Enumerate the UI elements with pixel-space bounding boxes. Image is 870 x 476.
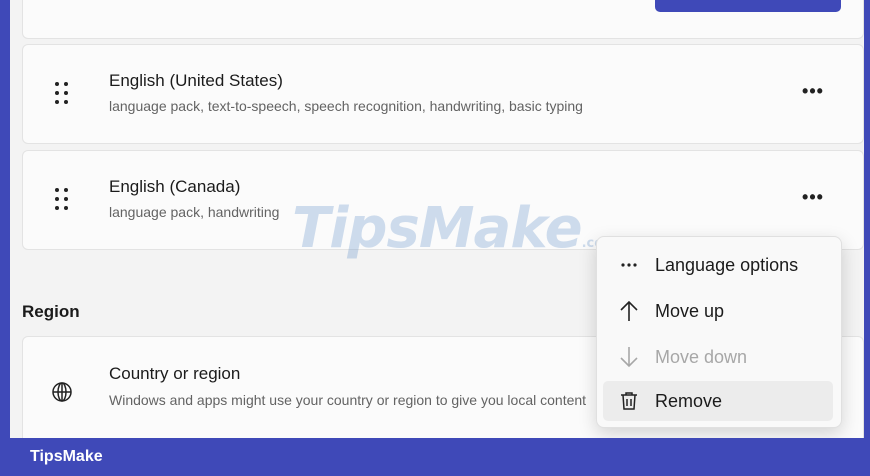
more-options-button[interactable]: ••• — [801, 79, 825, 103]
region-section-title: Region — [22, 302, 80, 321]
menu-item-move-up[interactable]: Move up — [603, 291, 833, 331]
language-features: language pack, text-to-speech, speech re… — [109, 98, 583, 114]
arrow-up-icon — [603, 300, 655, 322]
language-card-en-ca: English (Canada) language pack, handwrit… — [22, 150, 864, 250]
menu-item-label: Language options — [655, 254, 799, 275]
trash-icon — [603, 391, 655, 411]
country-region-title: Country or region — [109, 364, 241, 383]
language-context-menu: Language options Move up Move down Remov… — [596, 236, 842, 428]
menu-item-language-options[interactable]: Language options — [603, 245, 833, 285]
window-frame-left — [0, 0, 10, 476]
menu-item-label: Move down — [655, 346, 748, 367]
language-card-en-us: English (United States) language pack, t… — [22, 44, 864, 144]
globe-icon — [51, 381, 73, 408]
previous-setting-card — [22, 0, 864, 39]
language-features: language pack, handwriting — [109, 204, 280, 220]
more-options-button[interactable]: ••• — [801, 185, 825, 209]
menu-item-remove[interactable]: Remove — [603, 381, 833, 421]
language-name: English (United States) — [109, 71, 283, 90]
menu-item-label: Remove — [655, 390, 723, 411]
country-region-description: Windows and apps might use your country … — [109, 392, 587, 408]
previous-card-button[interactable] — [655, 0, 841, 12]
footer-brand-label: TipsMake — [30, 448, 103, 465]
footer-bar: TipsMake — [0, 438, 870, 476]
arrow-down-icon — [603, 346, 655, 368]
menu-item-move-down[interactable]: Move down — [603, 337, 833, 377]
drag-handle-icon[interactable] — [55, 188, 69, 212]
window-frame-right — [864, 0, 870, 476]
more-icon — [603, 262, 655, 268]
menu-item-label: Move up — [655, 300, 725, 321]
language-name: English (Canada) — [109, 177, 241, 196]
drag-handle-icon[interactable] — [55, 82, 69, 106]
